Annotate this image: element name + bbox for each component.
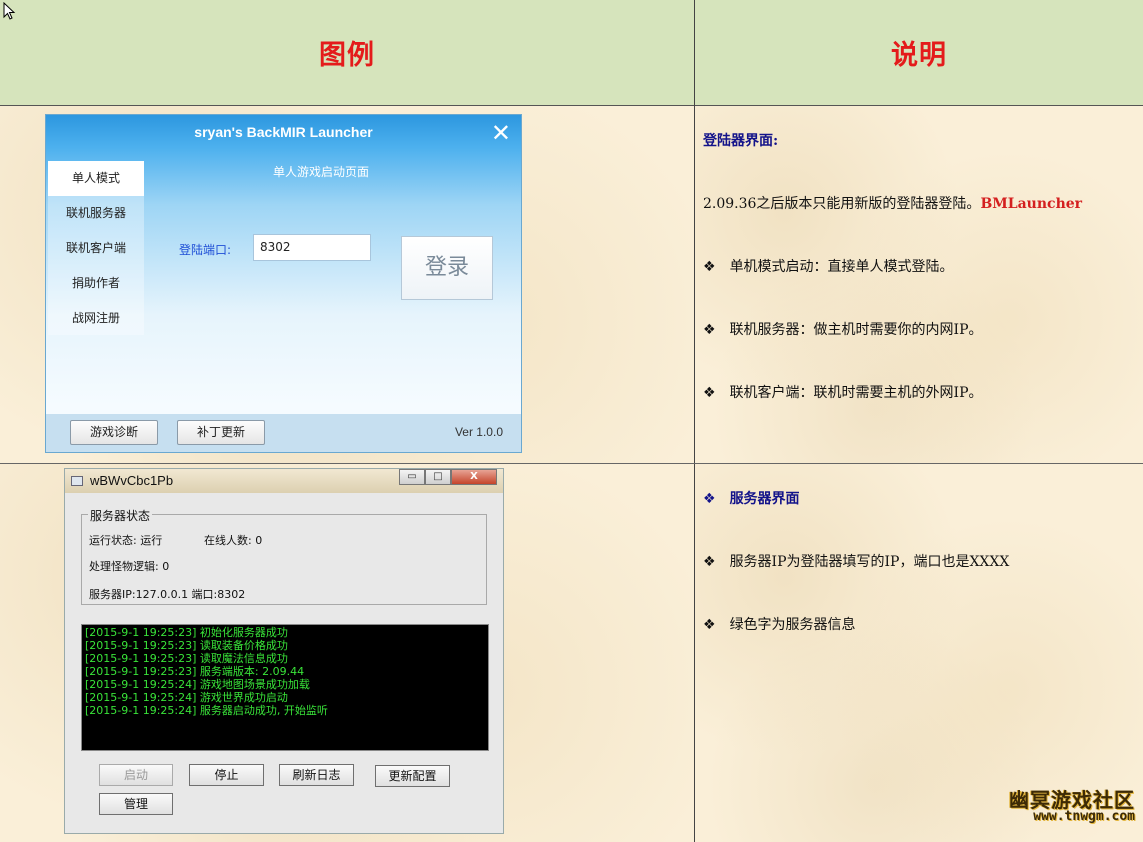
log-line: [2015-9-1 19:25:24] 游戏世界成功启动 <box>85 691 288 704</box>
maximize-icon[interactable]: □ <box>425 469 451 485</box>
bullet-icon: ❖ <box>703 259 716 275</box>
patch-update-button[interactable]: 补丁更新 <box>177 420 265 445</box>
minimize-icon[interactable]: ▭ <box>399 469 425 485</box>
server-window-title: wBWvCbc1Pb <box>90 473 174 488</box>
stop-button[interactable]: 停止 <box>189 764 264 786</box>
menu-item-donate[interactable]: 捐助作者 <box>48 266 144 301</box>
desc1-intro-text: 2.09.36之后版本只能用新版的登陆器登陆。 <box>703 196 981 212</box>
menu-item-single-mode[interactable]: 单人模式 <box>48 161 144 196</box>
bullet-icon: ❖ <box>703 554 716 570</box>
desc1-intro-highlight: BMLauncher <box>980 196 1083 212</box>
game-diagnose-button[interactable]: 游戏诊断 <box>70 420 158 445</box>
close-icon[interactable]: ✕ <box>491 119 511 147</box>
update-config-button[interactable]: 更新配置 <box>375 765 450 787</box>
server-window: wBWvCbc1Pb ▭ □ X 服务器状态 运行状态: 运行 在线人数: 0 … <box>64 468 504 834</box>
server-ip-port: 服务器IP:127.0.0.1 端口:8302 <box>89 588 246 601</box>
bullet-icon: ❖ <box>703 491 716 507</box>
menu-item-online-client[interactable]: 联机客户端 <box>48 231 144 266</box>
log-line: [2015-9-1 19:25:24] 服务器启动成功, 开始监听 <box>85 704 328 717</box>
server-status-group: 服务器状态 运行状态: 运行 在线人数: 0 处理怪物逻辑: 0 服务器IP:1… <box>81 507 487 605</box>
login-button[interactable]: 登录 <box>401 236 493 300</box>
manage-button[interactable]: 管理 <box>99 793 173 815</box>
port-input[interactable]: 8302 <box>253 234 371 261</box>
online-count: 在线人数: 0 <box>204 534 263 547</box>
bullet-icon: ❖ <box>703 322 716 338</box>
desc2-bullet: ❖ 服务器IP为登陆器填写的IP，端口也是XXXX <box>703 551 1009 571</box>
cell-desc1-bg <box>695 106 1143 463</box>
header-description: 说明 <box>891 40 947 71</box>
app-icon <box>71 476 83 486</box>
desc2-title: 服务器界面 <box>729 491 800 507</box>
desc1-bullet: ❖ 联机服务器：做主机时需要你的内网IP。 <box>703 319 983 339</box>
log-line: [2015-9-1 19:25:23] 读取魔法信息成功 <box>85 652 288 665</box>
refresh-log-button[interactable]: 刷新日志 <box>279 764 354 786</box>
row-divider <box>0 463 1143 464</box>
log-line: [2015-9-1 19:25:23] 服务端版本: 2.09.44 <box>85 665 305 678</box>
desc1-bullet: ❖ 单机模式启动：直接单人模式登陆。 <box>703 256 954 276</box>
column-divider <box>694 0 695 842</box>
port-label: 登陆端口: <box>179 243 232 257</box>
log-line: [2015-9-1 19:25:23] 读取装备价格成功 <box>85 639 288 652</box>
header-left-cell: 图例 <box>0 0 694 106</box>
launcher-menu: 单人模式 联机服务器 联机客户端 捐助作者 战网注册 <box>48 161 144 335</box>
server-status-label: 服务器状态 <box>88 507 153 524</box>
version-label: Ver 1.0.0 <box>454 425 503 439</box>
start-button[interactable]: 启动 <box>99 764 173 786</box>
monster-logic: 处理怪物逻辑: 0 <box>89 560 170 573</box>
header-right-cell: 说明 <box>695 0 1143 106</box>
header-legend: 图例 <box>319 40 375 71</box>
desc1-intro: 2.09.36之后版本只能用新版的登陆器登陆。BMLauncher <box>703 193 1082 213</box>
launcher-footer: 游戏诊断 补丁更新 Ver 1.0.0 <box>46 414 521 452</box>
desc2-bullet-text: 绿色字为服务器信息 <box>729 617 856 633</box>
menu-item-online-server[interactable]: 联机服务器 <box>48 196 144 231</box>
desc2-bullet: ❖ 绿色字为服务器信息 <box>703 614 856 634</box>
server-log[interactable]: [2015-9-1 19:25:23] 初始化服务器成功 [2015-9-1 1… <box>81 624 489 751</box>
launcher-title: sryan's BackMIR Launcher <box>194 124 373 140</box>
desc2-bullet-text: 服务器IP为登陆器填写的IP，端口也是XXXX <box>729 554 1010 570</box>
desc1-bullet: ❖ 联机客户端：联机时需要主机的外网IP。 <box>703 382 983 402</box>
watermark-url: www.tnwgm.com <box>1033 809 1135 824</box>
desc1-bullet-text: 联机服务器：做主机时需要你的内网IP。 <box>729 322 983 338</box>
launcher-subtitle: 单人游戏启动页面 <box>273 165 370 179</box>
server-titlebar[interactable]: wBWvCbc1Pb ▭ □ X <box>65 469 503 493</box>
bullet-icon: ❖ <box>703 617 716 633</box>
mouse-cursor-icon <box>3 2 16 20</box>
log-line: [2015-9-1 19:25:24] 游戏地图场景成功加载 <box>85 678 310 691</box>
launcher-window: sryan's BackMIR Launcher ✕ 单人游戏启动页面 单人模式… <box>45 114 522 453</box>
desc1-bullet-text: 单机模式启动：直接单人模式登陆。 <box>729 259 954 275</box>
log-line: [2015-9-1 19:25:23] 初始化服务器成功 <box>85 626 288 639</box>
menu-item-register[interactable]: 战网注册 <box>48 301 144 336</box>
close-icon[interactable]: X <box>451 469 497 485</box>
bullet-icon: ❖ <box>703 385 716 401</box>
desc1-bullet-text: 联机客户端：联机时需要主机的外网IP。 <box>729 385 983 401</box>
run-state: 运行状态: 运行 <box>89 534 163 547</box>
desc2-title-row: ❖ 服务器界面 <box>703 488 800 508</box>
desc1-title: 登陆器界面: <box>703 133 779 149</box>
